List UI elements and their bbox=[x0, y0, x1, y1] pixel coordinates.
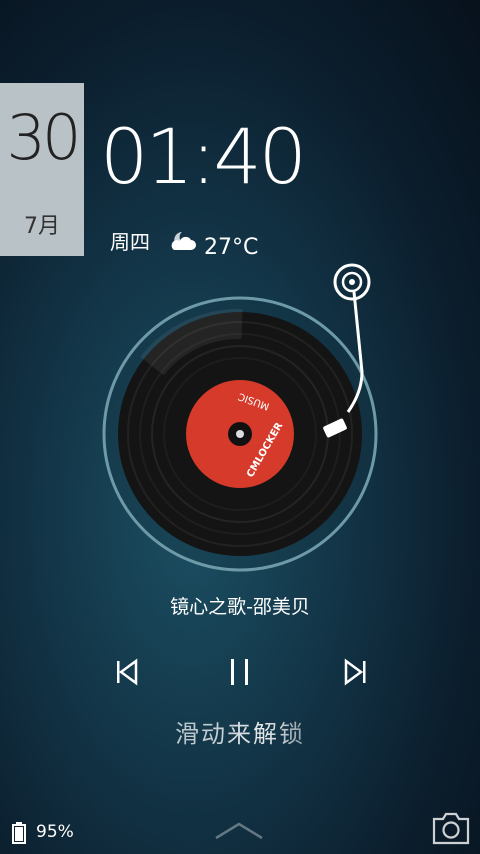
song-title: 镜心之歌-邵美贝 bbox=[170, 596, 310, 618]
temperature: 27°C bbox=[204, 235, 259, 260]
chevron-up-icon[interactable] bbox=[214, 820, 264, 842]
clock-time: 01:40 bbox=[100, 112, 307, 201]
pause-button[interactable] bbox=[220, 654, 260, 690]
battery-percent: 95% bbox=[36, 822, 74, 842]
date-card: 30 7月 bbox=[0, 83, 84, 256]
tonearm[interactable] bbox=[318, 262, 378, 442]
date-day: 30 bbox=[6, 101, 82, 174]
date-month: 7月 bbox=[24, 214, 60, 239]
previous-track-button[interactable] bbox=[106, 654, 146, 690]
camera-icon[interactable] bbox=[430, 810, 472, 846]
next-track-button[interactable] bbox=[336, 654, 376, 690]
battery-icon bbox=[12, 822, 26, 844]
partly-cloudy-night-icon bbox=[171, 232, 196, 250]
slide-to-unlock-hint[interactable]: 滑动来解锁 bbox=[0, 714, 480, 749]
weekday: 周四 bbox=[110, 230, 150, 254]
record-spindle bbox=[236, 430, 244, 438]
